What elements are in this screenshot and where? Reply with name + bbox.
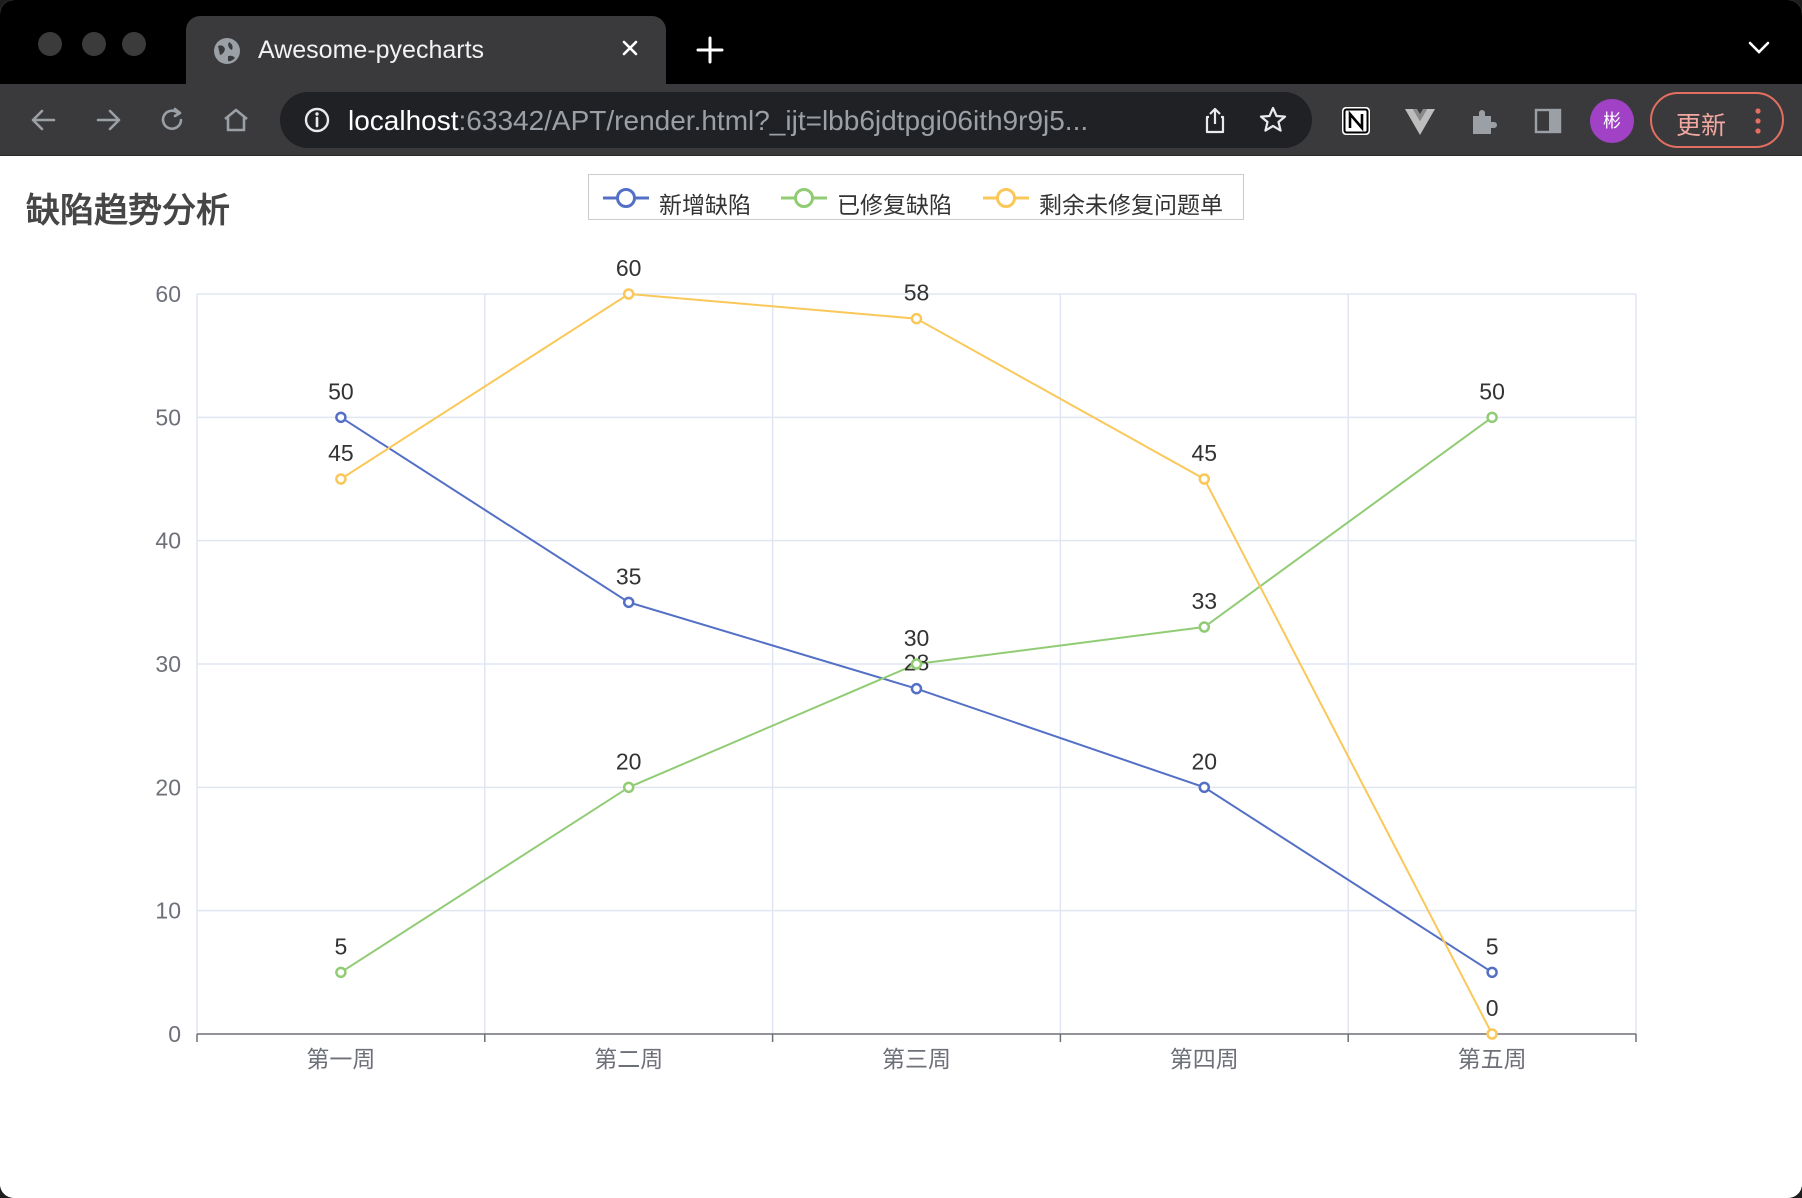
data-point xyxy=(1198,473,1211,485)
data-label: 20 xyxy=(616,748,642,774)
browser-window: Awesome-pyecharts localhost:63342/APT/re… xyxy=(0,0,1802,1198)
site-info-icon[interactable] xyxy=(302,105,332,135)
data-point xyxy=(1486,1028,1498,1040)
data-point xyxy=(622,781,635,794)
tab-strip: Awesome-pyecharts xyxy=(0,0,1802,84)
extensions-puzzle-icon[interactable] xyxy=(1467,104,1501,138)
data-point xyxy=(335,966,347,979)
data-label: 50 xyxy=(1479,378,1505,404)
close-tab-icon[interactable] xyxy=(616,34,644,62)
x-tick-label: 第四周 xyxy=(1170,1046,1239,1072)
data-label: 30 xyxy=(904,625,930,651)
data-point xyxy=(1198,621,1211,633)
data-label: 35 xyxy=(616,563,642,589)
url-text: localhost:63342/APT/render.html?_ijt=lbb… xyxy=(348,105,1089,136)
kebab-menu-icon[interactable] xyxy=(1754,106,1762,136)
maximize-window-button[interactable] xyxy=(122,32,146,56)
y-tick-label: 10 xyxy=(155,898,181,924)
back-icon[interactable] xyxy=(26,102,62,138)
y-tick-label: 30 xyxy=(155,651,181,677)
x-tick-label: 第二周 xyxy=(594,1046,663,1072)
vue-devtools-icon[interactable] xyxy=(1403,104,1437,138)
data-label: 60 xyxy=(616,255,642,281)
data-point xyxy=(335,411,347,424)
x-tick-label: 第三周 xyxy=(882,1046,951,1072)
share-icon[interactable] xyxy=(1200,105,1230,135)
tab-title: Awesome-pyecharts xyxy=(258,36,485,64)
globe-icon xyxy=(214,38,240,64)
home-icon[interactable] xyxy=(218,102,254,138)
data-label: 58 xyxy=(904,280,930,306)
tab-search-chevron-icon[interactable] xyxy=(1746,38,1772,58)
data-label: 5 xyxy=(1486,933,1499,959)
y-tick-label: 40 xyxy=(155,528,181,554)
data-point xyxy=(335,473,347,485)
bookmark-star-icon[interactable] xyxy=(1258,105,1288,135)
series-line xyxy=(340,416,1493,974)
forward-icon[interactable] xyxy=(90,102,126,138)
notion-icon[interactable] xyxy=(1339,104,1373,138)
data-point xyxy=(910,658,923,670)
data-point xyxy=(910,312,923,325)
side-panel-icon[interactable] xyxy=(1531,104,1565,138)
y-tick-label: 50 xyxy=(155,404,181,430)
reload-icon[interactable] xyxy=(154,102,190,138)
x-tick-label: 第一周 xyxy=(306,1046,375,1072)
data-point xyxy=(910,682,923,695)
data-point xyxy=(622,596,635,609)
data-point xyxy=(622,288,635,300)
tab-awesome-pyecharts[interactable]: Awesome-pyecharts xyxy=(186,16,666,84)
data-label: 0 xyxy=(1486,995,1499,1021)
data-label: 45 xyxy=(328,440,354,466)
new-tab-icon[interactable] xyxy=(694,34,726,66)
page-content: 缺陷趋势分析 新增缺陷 已修复缺陷 剩余未修复问题单 0 10 20 30 40… xyxy=(0,157,1802,1198)
line-chart: 0102030405060第一周第二周第三周第四周第五周503528205520… xyxy=(155,255,1637,1072)
close-window-button[interactable] xyxy=(38,32,62,56)
data-point xyxy=(1486,411,1498,424)
data-point xyxy=(1486,966,1498,979)
profile-avatar[interactable]: 彬 xyxy=(1590,99,1634,143)
x-tick-label: 第五周 xyxy=(1458,1046,1527,1072)
series-line xyxy=(340,416,1493,974)
data-label: 45 xyxy=(1192,440,1218,466)
update-button-label: 更新 xyxy=(1676,112,1727,140)
data-label: 33 xyxy=(1192,588,1218,614)
data-label: 5 xyxy=(335,933,348,959)
address-bar[interactable]: localhost:63342/APT/render.html?_ijt=lbb… xyxy=(280,92,1312,148)
data-point xyxy=(1198,781,1211,794)
y-tick-label: 60 xyxy=(155,281,181,307)
y-tick-label: 0 xyxy=(168,1021,181,1047)
minimize-window-button[interactable] xyxy=(82,32,106,56)
data-label: 20 xyxy=(1192,748,1218,774)
update-button[interactable]: 更新 xyxy=(1650,92,1784,148)
data-label: 50 xyxy=(328,378,354,404)
y-tick-label: 20 xyxy=(155,774,181,800)
